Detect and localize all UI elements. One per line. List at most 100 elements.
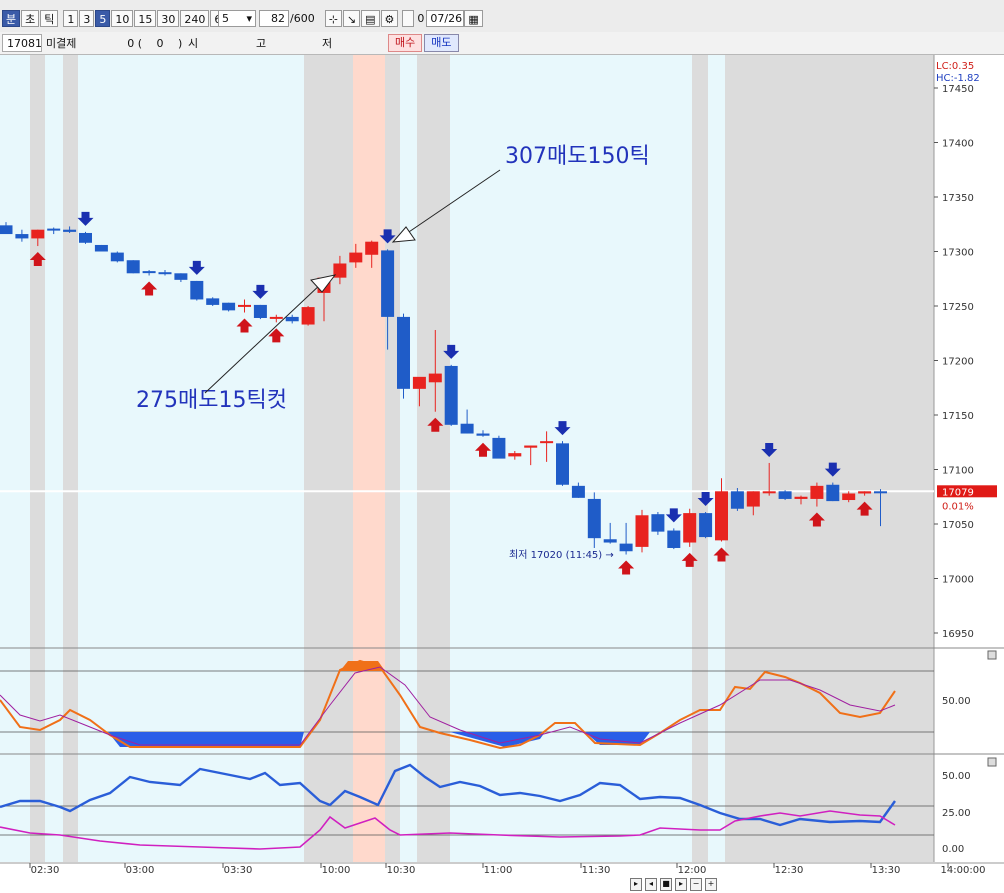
candle-body <box>31 229 45 239</box>
price-tick-label: 17250 <box>942 302 974 313</box>
candle-body <box>556 443 569 485</box>
candle-body <box>651 514 665 532</box>
candle-body <box>174 273 188 280</box>
low-label: 저 <box>322 37 333 50</box>
price-tick-label: 17100 <box>942 466 974 477</box>
interval-select[interactable]: 5 ▾ <box>218 9 256 27</box>
unfilled-value: 0 ( <box>127 36 142 50</box>
save-icon[interactable]: ▤ <box>361 9 380 27</box>
candle-body <box>635 515 649 547</box>
candle-body <box>683 513 697 543</box>
shade-band <box>692 55 708 862</box>
period-button-3[interactable]: 1 <box>63 9 79 27</box>
date-input[interactable]: 07/26 <box>426 9 465 27</box>
period-button-7[interactable]: 15 <box>134 9 157 27</box>
zoom-out-icon[interactable]: − <box>690 878 702 891</box>
candle-body <box>349 252 363 263</box>
candle-body <box>412 376 426 389</box>
period-button-0[interactable]: 분 <box>2 9 21 27</box>
candle-body <box>874 491 887 494</box>
forward-icon[interactable]: ▸ <box>675 878 687 891</box>
candle-body <box>619 543 633 552</box>
candle-body <box>142 271 156 274</box>
candle-body <box>126 260 140 274</box>
chart-toolbar: 분초틱13510153024060 5 ▾ 82 /600 ⊹ ↘ ▤ ⚙ 0 … <box>0 0 1004 33</box>
candle-body <box>253 304 267 318</box>
unfilled-close: ) <box>178 36 183 50</box>
current-change-label: 0.01% <box>942 501 974 512</box>
calendar-icon[interactable]: ▦ <box>464 9 483 27</box>
gear-icon[interactable]: ⚙ <box>380 9 399 27</box>
candle-body <box>667 530 681 548</box>
info-row: 17081 미결제 0 ( 0 ) 시 고 저 매수 매도 <box>0 32 1004 55</box>
candle-body <box>190 280 204 300</box>
candle-body <box>603 539 617 543</box>
candle-body <box>746 491 760 507</box>
period-button-8[interactable]: 30 <box>157 9 180 27</box>
count-input[interactable]: 82 <box>259 9 289 27</box>
period-button-9[interactable]: 240 <box>180 9 210 27</box>
price-tick-label: 17350 <box>942 193 974 204</box>
price-tick-label: 16950 <box>942 629 974 640</box>
current-price-label: 17079 <box>942 487 974 498</box>
price-tick-label: 17450 <box>942 84 974 95</box>
time-tick-label: 10:00 <box>322 865 351 876</box>
hc-label: HC:-1.82 <box>936 73 980 84</box>
chart-nav-bar: ▸ ◂ ■ ▸ − + <box>630 878 717 892</box>
rewind-icon[interactable]: ◂ <box>645 878 657 891</box>
annotation-sell-15: 275매도15틱컷 <box>136 388 287 413</box>
time-tick-label: 14:00:00 <box>941 865 986 876</box>
candle-body <box>365 241 379 255</box>
shade-band <box>63 55 78 862</box>
indicator1-tick: 50.00 <box>942 696 971 707</box>
candlestick-chart: 17450 17400 17350 17300 17250 17200 17150 17100… <box>0 55 1004 878</box>
sell-button[interactable]: 매도 <box>424 34 459 52</box>
shade-band <box>417 55 450 862</box>
stop-icon[interactable]: ■ <box>660 878 672 891</box>
candle-body <box>79 232 92 243</box>
play-icon[interactable]: ▸ <box>630 878 642 891</box>
price-tick-label: 17000 <box>942 575 974 586</box>
period-button-5[interactable]: 5 <box>95 9 111 27</box>
buy-button[interactable]: 매수 <box>388 34 423 52</box>
candle-body <box>492 437 506 459</box>
checkbox[interactable] <box>402 9 415 27</box>
candle-body <box>794 496 808 499</box>
period-button-1[interactable]: 초 <box>21 9 40 27</box>
price-tick-label: 17200 <box>942 357 974 368</box>
price-axis-panel <box>934 55 1004 862</box>
shade-band <box>30 55 45 862</box>
candle-body <box>858 491 872 494</box>
period-button-2[interactable]: 틱 <box>40 9 59 27</box>
time-tick-label: 11:30 <box>582 865 611 876</box>
date-value: 07/26 <box>430 11 463 25</box>
shade-band <box>725 55 934 862</box>
crosshair-icon[interactable]: ⊹ <box>324 9 342 27</box>
line-tool-icon[interactable]: ↘ <box>342 9 361 27</box>
candle-body <box>810 485 824 499</box>
code-field[interactable]: 17081 <box>2 34 42 52</box>
shade-band <box>353 55 385 862</box>
chevron-down-icon[interactable]: ▾ <box>246 11 252 26</box>
candle-body <box>762 491 776 494</box>
candle-body <box>460 423 474 434</box>
zoom-in-icon[interactable]: + <box>705 878 717 891</box>
candle-body <box>63 229 77 232</box>
candle-body <box>301 307 315 325</box>
candle-body <box>476 433 490 436</box>
candle-body <box>94 244 108 252</box>
indicator2-tick: 25.00 <box>942 808 971 819</box>
candle-body <box>269 316 283 319</box>
time-tick-label: 03:30 <box>224 865 253 876</box>
shade-band <box>304 55 353 862</box>
candle-body <box>715 491 728 541</box>
candle-body <box>540 441 554 444</box>
period-button-6[interactable]: 10 <box>111 9 134 27</box>
price-tick-label: 17050 <box>942 520 974 531</box>
candle-body <box>842 493 856 501</box>
candle-body <box>571 485 585 498</box>
unfilled-paren: 0 <box>156 36 164 50</box>
candle-body <box>158 272 172 275</box>
candle-body <box>110 252 124 262</box>
period-button-4[interactable]: 3 <box>79 9 95 27</box>
